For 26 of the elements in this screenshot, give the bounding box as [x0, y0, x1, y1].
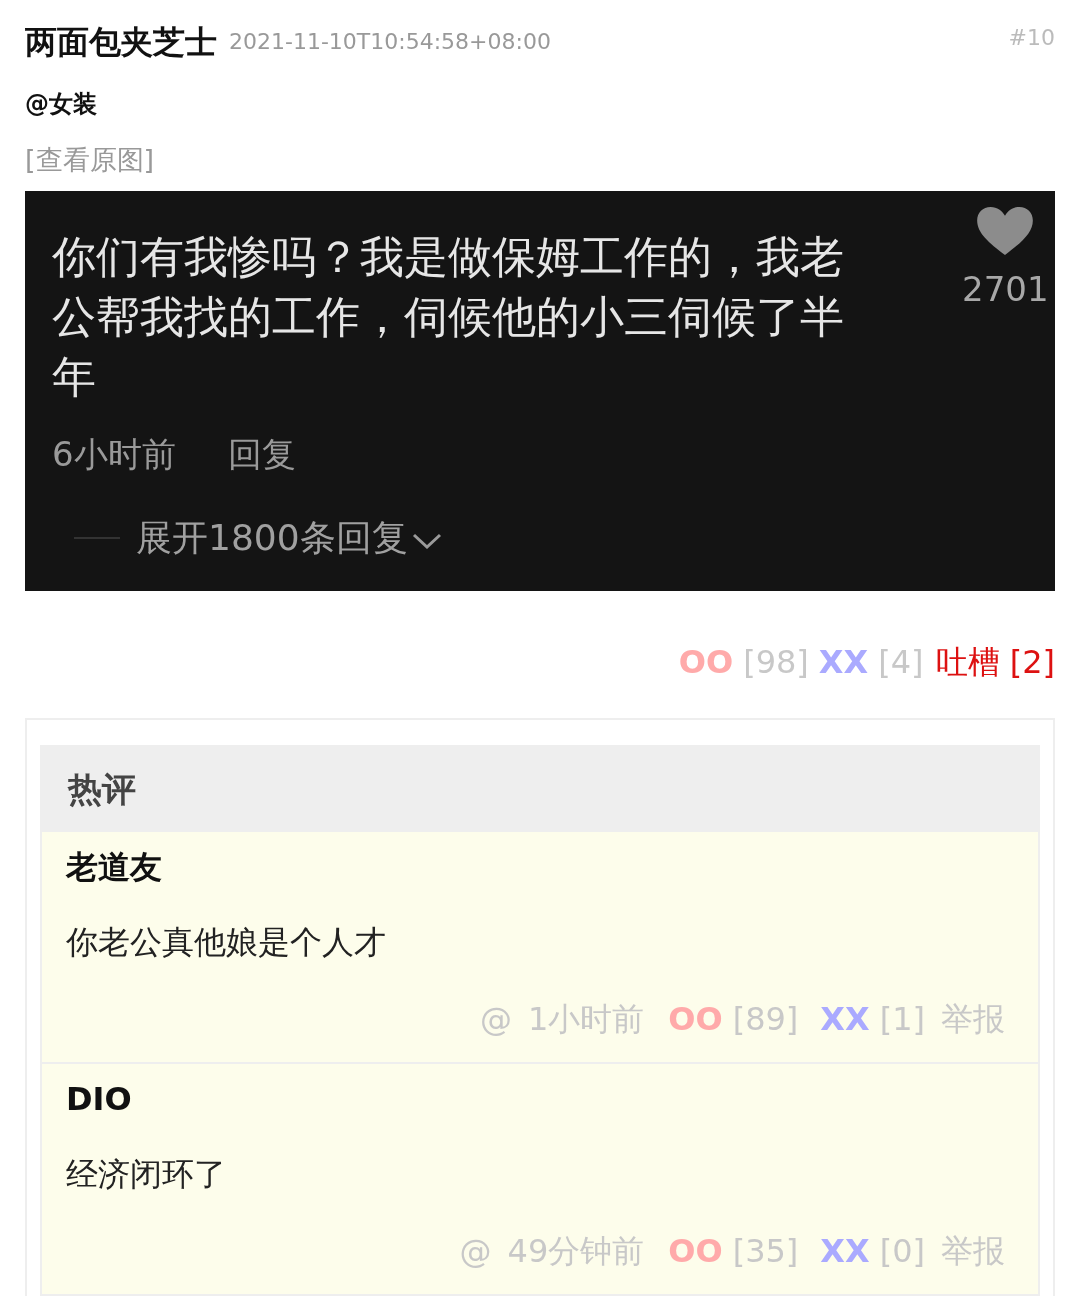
comment-author: DIO [66, 1079, 133, 1120]
like-count: 2701 [962, 268, 1049, 311]
floor-number: #10 [1008, 24, 1055, 52]
screenshot-reply-text: 回复 [227, 433, 296, 476]
comment-text: 经济闭环了 [66, 1154, 227, 1195]
view-original-link[interactable]: [查看原图] [25, 141, 155, 179]
mention-text: @女装 [25, 89, 97, 120]
chevron-down-icon [411, 533, 442, 549]
xx-vote-link[interactable]: XX [820, 1229, 870, 1273]
author-name: 两面包夹芝士 [25, 22, 217, 63]
expand-replies-text: 展开1800条回复 [136, 516, 408, 560]
xx-vote-link[interactable]: XX [820, 997, 870, 1041]
hot-comments-title: 热评 [68, 767, 136, 811]
reply-link[interactable]: @ [459, 1229, 492, 1273]
oo-vote-link[interactable]: OO [668, 997, 723, 1041]
tucao-link[interactable]: 吐槽 [2] [935, 640, 1055, 684]
heart-icon [977, 207, 1034, 255]
xx-vote-link[interactable]: XX [818, 640, 869, 684]
screenshot-time: 6小时前 [52, 433, 176, 476]
oo-vote-link[interactable]: OO [668, 1229, 723, 1273]
oo-vote-link[interactable]: OO [678, 640, 734, 684]
reply-link[interactable]: @ [479, 997, 512, 1041]
comment-text: 你老公真他娘是个人才 [66, 922, 387, 963]
comment-author: 老道友 [66, 847, 163, 888]
screenshot-comment-text: 你们有我惨吗？我是做保姆工作的，我老公帮我找的工作，伺候他的小三伺候了半年 [52, 230, 845, 404]
post-time: 2021-11-10T10:54:58+08:00 [229, 28, 551, 56]
